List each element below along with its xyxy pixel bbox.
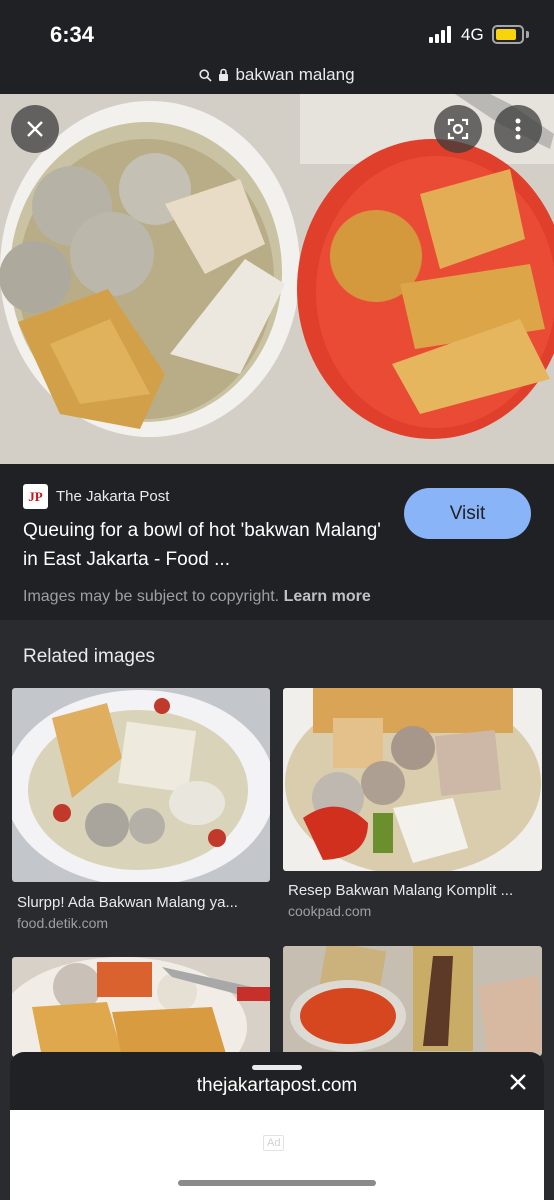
- copyright-text: Images may be subject to copyright.: [23, 588, 280, 605]
- battery-icon: [492, 25, 524, 44]
- source-name[interactable]: The Jakarta Post: [56, 488, 169, 505]
- more-options-button[interactable]: [494, 105, 542, 153]
- ad-label: Ad: [263, 1135, 285, 1151]
- home-indicator[interactable]: [178, 1180, 376, 1186]
- lock-icon: [219, 68, 229, 81]
- close-icon: [27, 121, 43, 137]
- more-icon: [515, 118, 521, 140]
- related-image-1[interactable]: [12, 688, 270, 882]
- sheet-title: thejakartapost.com: [196, 1075, 358, 1096]
- related-source-1: food.detik.com: [17, 915, 109, 931]
- related-photo-1: [12, 688, 270, 882]
- related-image-2[interactable]: [283, 688, 542, 871]
- close-icon: [510, 1074, 526, 1090]
- search-icon: [199, 68, 213, 82]
- sheet-drag-handle[interactable]: [252, 1065, 302, 1070]
- ad-area[interactable]: [10, 1110, 544, 1200]
- status-bar: 6:34 4G: [0, 0, 554, 56]
- network-type: 4G: [461, 25, 484, 44]
- related-caption-2[interactable]: Resep Bakwan Malang Komplit ...: [288, 882, 538, 899]
- battery-cap: [526, 31, 529, 38]
- lens-icon: [447, 118, 469, 140]
- status-time: 6:34: [50, 22, 95, 47]
- copyright-notice: Images may be subject to copyright. Lear…: [23, 588, 371, 606]
- headline-link[interactable]: Queuing for a bowl of hot 'bakwan Malang…: [23, 516, 393, 574]
- main-image[interactable]: [0, 94, 554, 464]
- related-photo-3: [12, 957, 270, 1057]
- lens-button[interactable]: [434, 105, 482, 153]
- learn-more-link[interactable]: Learn more: [284, 588, 371, 605]
- food-photo: [0, 94, 554, 464]
- related-image-3[interactable]: [12, 957, 270, 1057]
- signal-icon: [429, 26, 455, 43]
- visit-button[interactable]: Visit: [404, 488, 531, 539]
- related-photo-2: [283, 688, 542, 871]
- related-title: Related images: [23, 646, 156, 667]
- sheet-close-button[interactable]: [508, 1070, 528, 1096]
- related-source-2: cookpad.com: [288, 903, 372, 919]
- url-text: bakwan malang: [235, 65, 355, 84]
- related-image-4[interactable]: [283, 946, 542, 1056]
- url-bar[interactable]: bakwan malang: [0, 56, 554, 94]
- jakarta-post-logo: JP: [23, 484, 48, 509]
- related-caption-1[interactable]: Slurpp! Ada Bakwan Malang ya...: [17, 894, 267, 911]
- related-photo-4: [283, 946, 542, 1056]
- close-image-button[interactable]: [11, 105, 59, 153]
